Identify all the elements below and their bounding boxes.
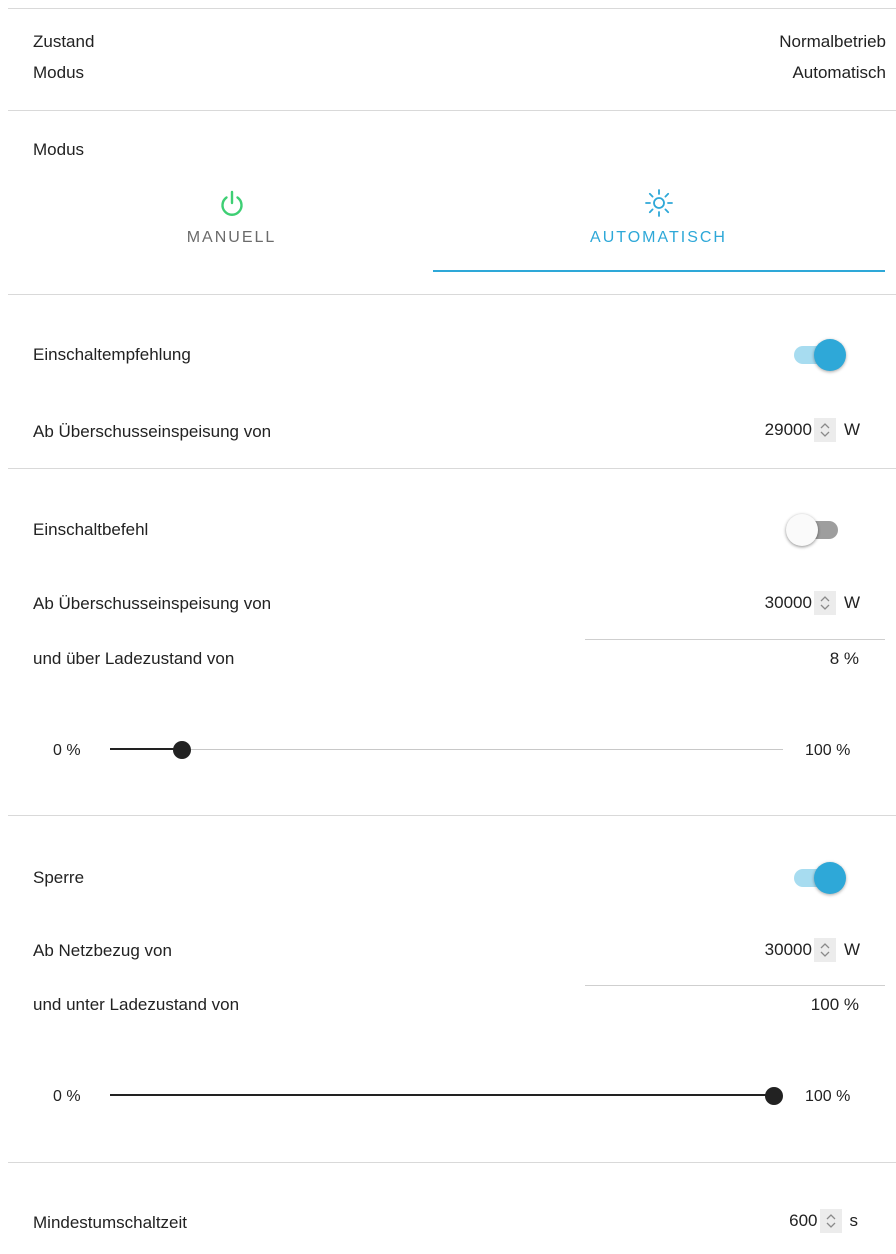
field-underline	[585, 985, 885, 986]
command-soc-label: und über Ladezustand von	[33, 649, 235, 668]
slider-rail	[110, 749, 783, 750]
min-switch-input[interactable]: 600 s	[789, 1209, 858, 1233]
slider-handle[interactable]	[765, 1087, 783, 1105]
min-switch-unit: s	[849, 1211, 859, 1230]
command-threshold-label: Ab Überschusseinspeisung von	[33, 594, 272, 613]
min-switch-label: Mindestumschaltzeit	[33, 1213, 188, 1232]
tab-automatisch[interactable]: AUTOMATISCH	[437, 172, 880, 272]
block-soc-slider[interactable]	[110, 1084, 783, 1108]
sun-icon	[644, 189, 673, 217]
divider	[8, 468, 896, 469]
tab-manuell-label: MANUELL	[186, 229, 277, 246]
recommendation-threshold-value: 29000	[764, 420, 812, 439]
block-threshold-input[interactable]: 30000 W	[765, 938, 860, 962]
slider-fill	[110, 748, 182, 750]
modus-value: Automatisch	[792, 63, 886, 82]
command-threshold-value: 30000	[764, 593, 812, 612]
spinner-icon[interactable]	[819, 1209, 842, 1233]
command-threshold-input[interactable]: 30000 W	[765, 591, 860, 615]
command-soc-slider[interactable]	[110, 738, 783, 762]
block-label: Sperre	[33, 868, 85, 887]
block-slider-max-label: 100 %	[805, 1088, 851, 1105]
command-soc-value: 8 %	[829, 649, 859, 668]
min-switch-value: 600	[789, 1211, 818, 1230]
recommendation-toggle[interactable]	[786, 337, 846, 373]
command-toggle[interactable]	[786, 512, 846, 548]
slider-fill	[110, 1094, 774, 1096]
spinner-icon[interactable]	[813, 591, 836, 615]
mode-section-title: Modus	[33, 140, 85, 159]
zustand-value: Normalbetrieb	[779, 32, 886, 51]
block-soc-value: 100 %	[810, 995, 859, 1014]
block-slider-min-label: 0 %	[53, 1088, 81, 1105]
power-icon	[220, 190, 243, 216]
tab-manuell[interactable]: MANUELL	[10, 172, 453, 272]
active-tab-indicator	[433, 270, 885, 272]
command-slider-max-label: 100 %	[805, 742, 851, 759]
recommendation-label: Einschaltempfehlung	[33, 345, 191, 364]
toggle-thumb	[814, 862, 846, 894]
divider	[8, 1162, 896, 1163]
divider	[8, 8, 896, 9]
field-underline	[585, 639, 885, 640]
recommendation-threshold-label: Ab Überschusseinspeisung von	[33, 422, 272, 441]
modus-label: Modus	[33, 63, 85, 82]
command-label: Einschaltbefehl	[33, 520, 149, 539]
block-threshold-value: 30000	[764, 940, 812, 959]
zustand-label: Zustand	[33, 32, 95, 51]
slider-handle[interactable]	[172, 741, 191, 759]
block-threshold-unit: W	[843, 940, 860, 959]
recommendation-threshold-unit: W	[843, 420, 860, 439]
spinner-icon[interactable]	[813, 418, 836, 442]
command-slider-min-label: 0 %	[53, 742, 81, 759]
block-soc-label: und unter Ladezustand von	[33, 995, 240, 1014]
recommendation-threshold-input[interactable]: 29000 W	[765, 418, 860, 442]
tab-automatisch-label: AUTOMATISCH	[590, 229, 727, 246]
toggle-thumb	[814, 339, 846, 371]
divider	[8, 294, 896, 295]
block-toggle[interactable]	[786, 860, 846, 896]
command-threshold-unit: W	[843, 593, 860, 612]
spinner-icon[interactable]	[813, 938, 836, 962]
divider	[8, 110, 896, 111]
block-threshold-label: Ab Netzbezug von	[33, 941, 172, 960]
divider	[8, 815, 896, 816]
toggle-thumb	[786, 514, 818, 546]
